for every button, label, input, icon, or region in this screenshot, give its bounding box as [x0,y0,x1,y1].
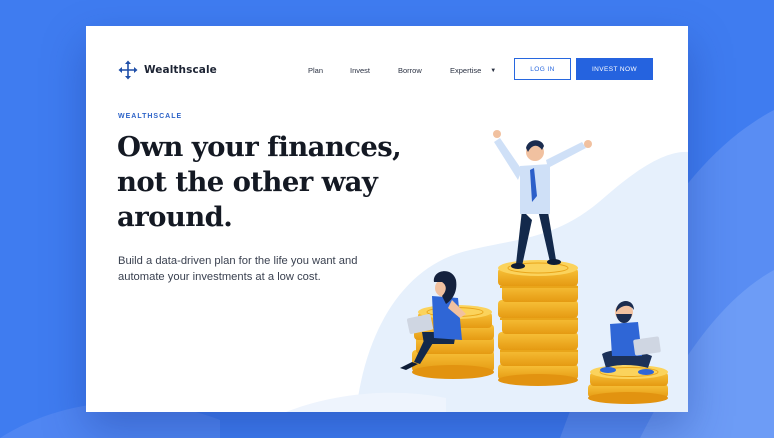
nav-item-plan[interactable]: Plan [308,66,323,75]
hero-illustration [400,130,668,404]
nav-item-expertise[interactable]: Expertise ▼ [450,66,496,75]
nav-item-expertise-label: Expertise [450,66,482,75]
coin-stack-right [588,365,668,404]
brand-name: Wealthscale [144,64,217,76]
arrows-move-icon [118,60,138,80]
login-button[interactable]: LOG IN [514,58,571,80]
hero-headline: Own your finances, not the other way aro… [117,131,402,233]
celebrating-man-figure [493,130,592,269]
hero-eyebrow: WEALTHSCALE [118,113,183,120]
man-with-laptop-figure [600,301,661,375]
hero-subtext: Build a data-driven plan for the life yo… [118,255,358,283]
invest-now-button[interactable]: INVEST NOW [576,58,653,80]
brand-logo[interactable]: Wealthscale [118,60,217,80]
coin-stack-center [498,260,578,386]
caret-down-icon: ▼ [490,67,497,74]
nav-item-invest[interactable]: Invest [350,66,370,75]
nav-item-borrow[interactable]: Borrow [398,66,422,75]
landing-card: Wealthscale Plan Invest Borrow Expertise… [86,26,688,412]
